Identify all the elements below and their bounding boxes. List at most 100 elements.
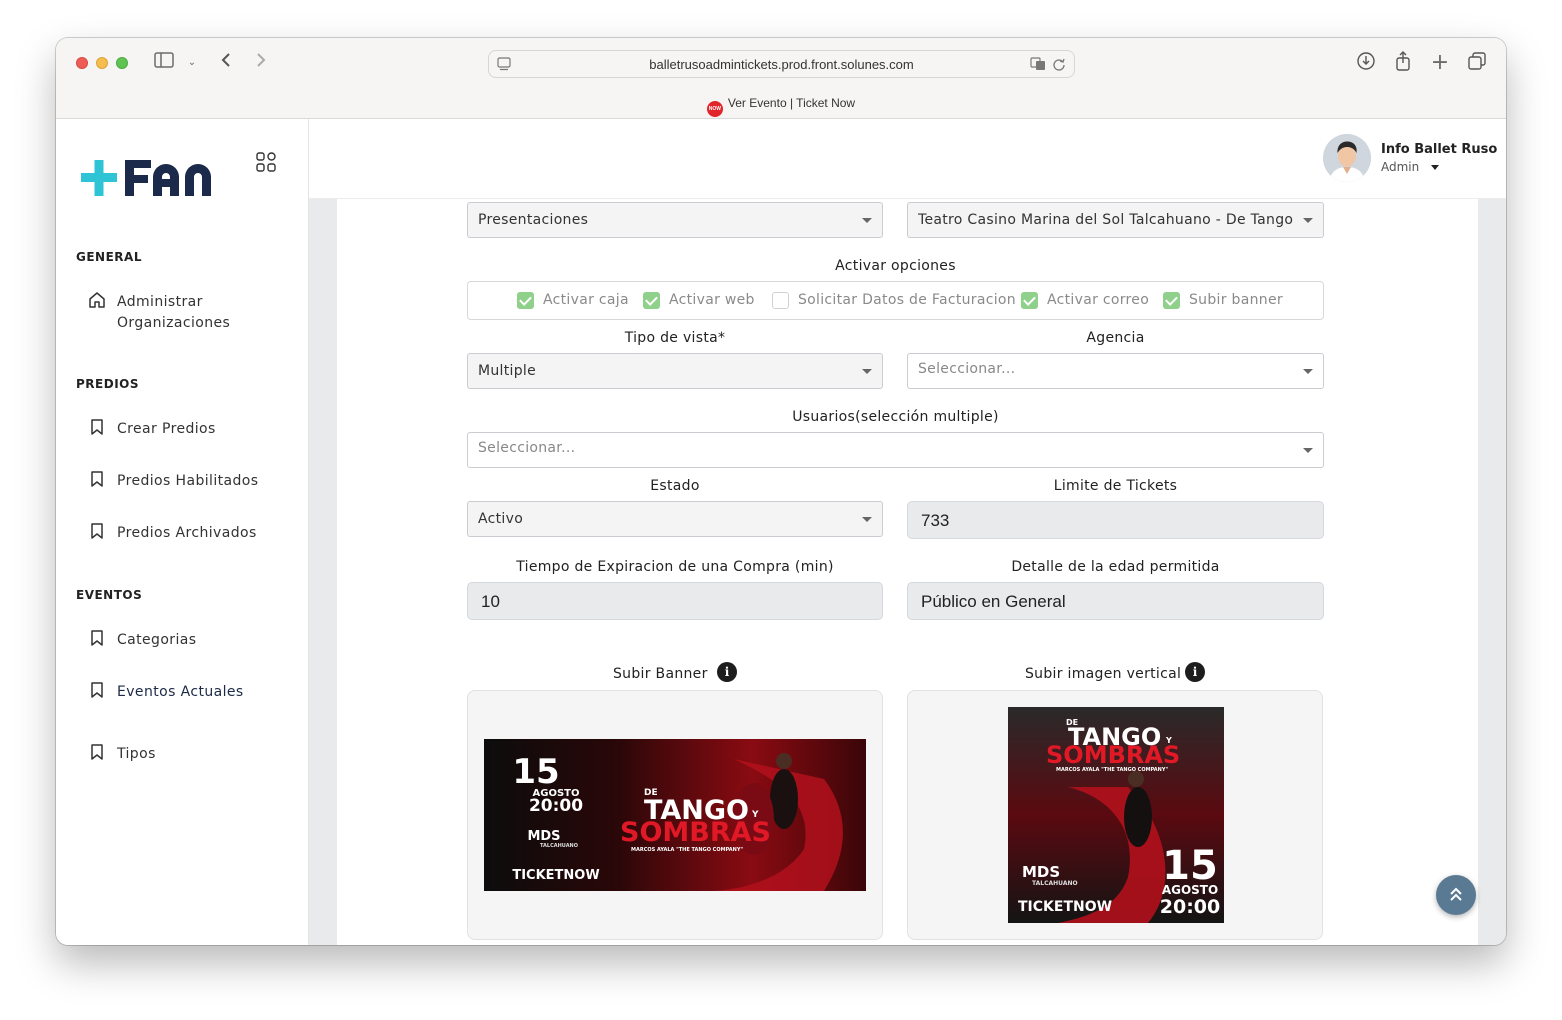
user-name[interactable]: Info Ballet Ruso — [1381, 142, 1497, 157]
new-tab-icon[interactable]: + — [1428, 51, 1452, 75]
poster-title-second: SOMBRAS — [620, 817, 771, 848]
checkbox-label: Activar caja — [543, 292, 629, 308]
poster-month: AGOSTO — [1162, 883, 1218, 897]
sidebar-item-label: Categorias — [117, 632, 197, 648]
vertical-image-upload-area[interactable]: DE TANGO Y SOMBRAS MARCOS AYALA "THE TAN… — [907, 690, 1323, 940]
tiempo-expiracion-input[interactable]: 10 — [467, 582, 883, 620]
agencia-select[interactable]: Seleccionar... — [907, 353, 1324, 389]
caret-down-icon — [1303, 448, 1313, 453]
edad-permitida-label: Detalle de la edad permitida — [1011, 559, 1220, 575]
usuarios-label: Usuarios(selección multiple) — [792, 409, 999, 425]
apps-grid-icon[interactable] — [256, 152, 276, 172]
subir-banner-label: Subir Banner — [613, 666, 708, 682]
usuarios-multiselect[interactable]: Seleccionar... — [467, 432, 1324, 468]
address-bar[interactable]: balletrusoadmintickets.prod.front.solune… — [488, 50, 1075, 78]
sidebar-item-tipos[interactable]: Tipos — [88, 743, 298, 773]
translate-icon[interactable] — [1030, 57, 1046, 71]
sidebar-item-label: Crear Predios — [117, 421, 216, 437]
fan-logo[interactable] — [81, 157, 241, 199]
checkbox-label: Solicitar Datos de Facturacion — [798, 292, 1016, 308]
checkbox-checked[interactable] — [643, 292, 660, 309]
info-icon[interactable]: i — [717, 662, 737, 682]
caret-down-icon[interactable] — [1431, 165, 1440, 170]
checkbox-unchecked[interactable] — [772, 292, 789, 309]
sidebar-item-label: Predios Archivados — [117, 525, 257, 541]
poster-subtitle: MARCOS AYALA "THE TANGO COMPANY" — [631, 847, 743, 853]
browser-window: ⌄ balletrusoadmintickets.prod.front.solu… — [56, 38, 1506, 945]
sidebar-item-predios-archivados[interactable]: Predios Archivados — [88, 522, 298, 552]
teatro-select[interactable]: Teatro Casino Marina del Sol Talcahuano … — [907, 202, 1324, 238]
estado-value: Activo — [478, 511, 524, 527]
bookmark-icon — [91, 682, 103, 698]
url-text: balletrusoadmintickets.prod.front.solune… — [649, 57, 914, 72]
bookmark-icon — [91, 744, 103, 760]
sidebar-item-label: Organizaciones — [117, 315, 231, 331]
double-chevron-up-icon — [1450, 887, 1462, 901]
teatro-select-value: Teatro Casino Marina del Sol Talcahuano … — [918, 212, 1298, 228]
user-role-label: Admin — [1381, 160, 1420, 174]
poster-venue-city: TALCAHUANO — [1032, 880, 1078, 887]
top-header: Info Ballet Ruso Admin — [309, 119, 1506, 199]
sidebar-toggle-icon[interactable] — [152, 51, 176, 75]
vertical-poster-image: DE TANGO Y SOMBRAS MARCOS AYALA "THE TAN… — [1008, 707, 1224, 923]
sidebar-item-administrar-organizaciones[interactable]: Administrar Organizaciones — [88, 291, 298, 335]
download-icon[interactable] — [1354, 51, 1378, 75]
poster-time: 20:00 — [1160, 896, 1220, 918]
active-tab[interactable]: NOW Ver Evento | Ticket Now — [56, 96, 1506, 117]
sidebar-item-eventos-actuales[interactable]: Eventos Actuales — [88, 681, 298, 711]
bookmark-icon — [91, 419, 103, 435]
browser-toolbar: ⌄ balletrusoadmintickets.prod.front.solu… — [56, 38, 1506, 119]
checkbox-label: Activar correo — [1047, 292, 1150, 308]
edad-permitida-input[interactable]: Público en General — [907, 582, 1324, 620]
checkbox-checked[interactable] — [517, 292, 534, 309]
reload-icon[interactable] — [1052, 57, 1066, 71]
agencia-label: Agencia — [1086, 330, 1145, 346]
caret-down-icon — [1303, 369, 1313, 374]
estado-label: Estado — [650, 478, 700, 494]
section-title-eventos: EVENTOS — [76, 588, 143, 602]
tipo-vista-value: Multiple — [478, 363, 537, 379]
forward-arrow-icon[interactable] — [249, 51, 273, 75]
checkbox-checked[interactable] — [1163, 292, 1180, 309]
banner-image: 15 AGOSTO 20:00 MDS TALCAHUANO TICKETNOW… — [484, 739, 866, 891]
edad-permitida-value: Público en General — [921, 592, 1066, 611]
presentaciones-select[interactable]: Presentaciones — [467, 202, 883, 238]
banner-upload-area[interactable]: 15 AGOSTO 20:00 MDS TALCAHUANO TICKETNOW… — [467, 690, 883, 940]
tab-overview-icon[interactable] — [1465, 51, 1489, 75]
sidebar-item-predios-habilitados[interactable]: Predios Habilitados — [88, 470, 298, 500]
poster-title-second: SOMBRAS — [1046, 741, 1180, 769]
sidebar-item-label: Eventos Actuales — [117, 684, 244, 700]
usuarios-placeholder: Seleccionar... — [478, 440, 576, 456]
checkbox-checked[interactable] — [1021, 292, 1038, 309]
sidebar-item-label: Tipos — [117, 746, 156, 762]
home-icon — [89, 292, 105, 308]
scroll-to-top-button[interactable] — [1436, 875, 1476, 915]
poster-brand: TICKETNOW — [1018, 899, 1112, 915]
back-arrow-icon[interactable] — [214, 51, 238, 75]
estado-select[interactable]: Activo — [467, 501, 883, 537]
close-window-button[interactable] — [76, 57, 88, 69]
section-title-general: GENERAL — [76, 250, 142, 264]
share-icon[interactable] — [1391, 51, 1415, 75]
bookmark-icon — [91, 471, 103, 487]
sidebar: GENERAL Administrar Organizaciones PREDI… — [56, 119, 309, 945]
presentaciones-select-value: Presentaciones — [478, 212, 589, 228]
sidebar-item-crear-predios[interactable]: Crear Predios — [88, 418, 298, 448]
user-role[interactable]: Admin — [1381, 160, 1440, 174]
sidebar-item-categorias[interactable]: Categorias — [88, 629, 298, 659]
chevron-down-icon[interactable]: ⌄ — [180, 51, 204, 75]
caret-down-icon — [862, 218, 872, 223]
user-avatar[interactable] — [1323, 134, 1371, 182]
minimize-window-button[interactable] — [96, 57, 108, 69]
tipo-vista-select[interactable]: Multiple — [467, 353, 883, 389]
subir-vertical-label: Subir imagen vertical — [1025, 666, 1182, 682]
maximize-window-button[interactable] — [116, 57, 128, 69]
limite-tickets-input[interactable]: 733 — [907, 501, 1324, 539]
info-icon[interactable]: i — [1185, 662, 1205, 682]
caret-down-icon — [862, 369, 872, 374]
tiempo-expiracion-label: Tiempo de Expiracion de una Compra (min) — [516, 559, 834, 575]
caret-down-icon — [862, 517, 872, 522]
options-group: Activar caja Activar web Solicitar Datos… — [467, 281, 1324, 320]
poster-subtitle: MARCOS AYALA "THE TANGO COMPANY" — [1056, 767, 1168, 773]
poster-time: 20:00 — [529, 796, 583, 816]
